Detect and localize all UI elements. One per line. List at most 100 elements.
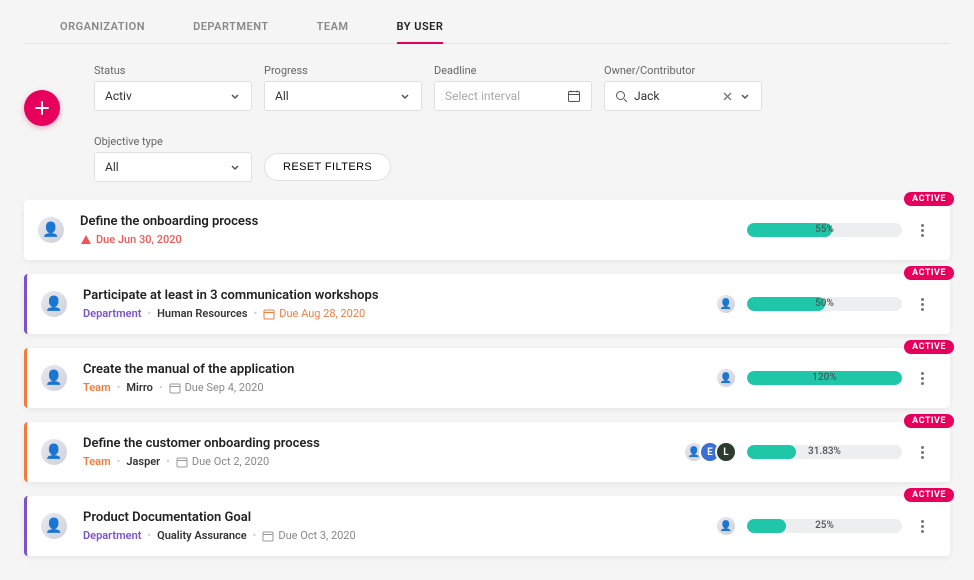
owner-avatar: 👤 bbox=[41, 439, 67, 465]
due-date: Due Aug 28, 2020 bbox=[263, 307, 365, 320]
scope-label: Department bbox=[83, 307, 141, 320]
objective-select[interactable]: All bbox=[94, 152, 252, 182]
progress-select[interactable]: All bbox=[264, 81, 422, 111]
separator-dot: • bbox=[117, 455, 121, 468]
progress-bar: 31.83% bbox=[747, 445, 902, 459]
objective-title: Create the manual of the application bbox=[83, 362, 721, 377]
separator-dot: • bbox=[254, 307, 258, 320]
add-button[interactable] bbox=[24, 90, 60, 126]
filter-deadline: Deadline Select interval bbox=[434, 64, 592, 111]
owner-avatar: 👤 bbox=[41, 513, 67, 539]
status-value: Activ bbox=[105, 89, 132, 103]
card-main: Define the customer onboarding processTe… bbox=[83, 436, 689, 468]
calendar-icon bbox=[169, 382, 181, 394]
kebab-menu[interactable] bbox=[912, 520, 932, 533]
reset-filters-button[interactable]: RESET FILTERS bbox=[264, 153, 391, 181]
calendar-icon bbox=[176, 456, 188, 468]
kebab-menu[interactable] bbox=[912, 298, 932, 311]
filter-objective: Objective type All bbox=[94, 135, 252, 182]
card-right: 👤120% bbox=[721, 367, 932, 389]
separator-dot: • bbox=[253, 529, 257, 542]
objectives-list: ACTIVE👤Define the onboarding processDue … bbox=[24, 200, 950, 556]
contributor-avatar: L bbox=[715, 441, 737, 463]
objective-card[interactable]: ACTIVE👤Participate at least in 3 communi… bbox=[24, 274, 950, 334]
scope-name: Human Resources bbox=[157, 307, 247, 320]
scope-name: Mirro bbox=[126, 381, 152, 394]
card-main: Create the manual of the application Team… bbox=[83, 362, 721, 394]
separator-dot: • bbox=[117, 381, 121, 394]
objective-card[interactable]: ACTIVE👤Create the manual of the applicat… bbox=[24, 348, 950, 408]
status-badge: ACTIVE bbox=[904, 414, 954, 428]
card-main: Product Documentation GoalDepartment•Qua… bbox=[83, 510, 721, 542]
tab-department[interactable]: DEPARTMENT bbox=[193, 10, 269, 43]
separator-dot: • bbox=[147, 307, 151, 320]
progress-label: 31.83% bbox=[747, 445, 902, 459]
filters-row: Status Activ Progress All Deadline Selec… bbox=[24, 64, 950, 182]
progress-bar: 25% bbox=[747, 519, 902, 533]
filter-deadline-label: Deadline bbox=[434, 64, 592, 77]
filter-owner: Owner/Contributor Jack bbox=[604, 64, 762, 111]
contributor-avatars: 👤 bbox=[721, 293, 737, 315]
progress-label: 25% bbox=[747, 519, 902, 533]
chevron-down-icon bbox=[229, 90, 241, 102]
calendar-icon bbox=[263, 308, 275, 320]
chevron-down-icon bbox=[739, 90, 751, 102]
chevron-down-icon bbox=[229, 161, 241, 173]
separator-dot: • bbox=[147, 529, 151, 542]
filter-progress: Progress All bbox=[264, 64, 422, 111]
clear-icon[interactable] bbox=[722, 91, 733, 102]
filter-owner-label: Owner/Contributor bbox=[604, 64, 762, 77]
objective-meta: Department•Quality Assurance•Due Oct 3, … bbox=[83, 529, 721, 542]
separator-dot: • bbox=[166, 455, 170, 468]
warn-icon bbox=[80, 234, 92, 246]
scope-label: Team bbox=[83, 381, 111, 394]
objective-title: Participate at least in 3 communication … bbox=[83, 288, 721, 303]
objective-card[interactable]: ACTIVE👤Product Documentation GoalDepartm… bbox=[24, 496, 950, 556]
status-select[interactable]: Activ bbox=[94, 81, 252, 111]
deadline-placeholder: Select interval bbox=[445, 89, 520, 103]
filter-status: Status Activ bbox=[94, 64, 252, 111]
filter-objective-label: Objective type bbox=[94, 135, 252, 148]
due-date: Due Jun 30, 2020 bbox=[80, 233, 182, 246]
owner-avatar: 👤 bbox=[41, 365, 67, 391]
contributor-avatar: 👤 bbox=[715, 515, 737, 537]
scope-label: Department bbox=[83, 529, 141, 542]
objective-card[interactable]: ACTIVE👤Define the customer onboarding pr… bbox=[24, 422, 950, 482]
tab-organization[interactable]: ORGANIZATION bbox=[60, 10, 145, 43]
objective-card[interactable]: ACTIVE👤Define the onboarding processDue … bbox=[24, 200, 950, 260]
progress-value: All bbox=[275, 89, 289, 103]
tab-by-user[interactable]: BY USER bbox=[397, 10, 444, 43]
status-badge: ACTIVE bbox=[904, 340, 954, 354]
card-right: 👤50% bbox=[721, 293, 932, 315]
card-right: 55% bbox=[747, 223, 932, 237]
deadline-select[interactable]: Select interval bbox=[434, 81, 592, 111]
tab-team[interactable]: TEAM bbox=[317, 10, 349, 43]
contributor-avatar: 👤 bbox=[715, 293, 737, 315]
chevron-down-icon bbox=[399, 90, 411, 102]
scope-name: Jasper bbox=[126, 455, 160, 468]
kebab-menu[interactable] bbox=[912, 446, 932, 459]
due-date: Due Sep 4, 2020 bbox=[169, 381, 264, 394]
progress-bar: 120% bbox=[747, 371, 902, 385]
calendar-icon bbox=[262, 530, 274, 542]
objective-meta: Team • Mirro • Due Sep 4, 2020 bbox=[83, 381, 721, 394]
owner-select[interactable]: Jack bbox=[604, 81, 762, 111]
calendar-icon bbox=[567, 89, 581, 103]
card-right: 👤25% bbox=[721, 515, 932, 537]
objective-meta: Due Jun 30, 2020 bbox=[80, 233, 747, 246]
owner-avatar: 👤 bbox=[38, 217, 64, 243]
objective-title: Define the onboarding process bbox=[80, 214, 747, 229]
contributor-avatars: 👤EL bbox=[689, 441, 737, 463]
kebab-menu[interactable] bbox=[912, 372, 932, 385]
card-main: Participate at least in 3 communication … bbox=[83, 288, 721, 320]
filter-progress-label: Progress bbox=[264, 64, 422, 77]
objective-value: All bbox=[105, 160, 119, 174]
separator-dot: • bbox=[159, 381, 163, 394]
owner-value: Jack bbox=[634, 89, 716, 103]
due-date: Due Oct 2, 2020 bbox=[176, 455, 269, 468]
filters: Status Activ Progress All Deadline Selec… bbox=[94, 64, 950, 182]
plus-icon bbox=[34, 100, 50, 116]
kebab-menu[interactable] bbox=[912, 224, 932, 237]
contributor-avatar: 👤 bbox=[715, 367, 737, 389]
status-badge: ACTIVE bbox=[904, 266, 954, 280]
